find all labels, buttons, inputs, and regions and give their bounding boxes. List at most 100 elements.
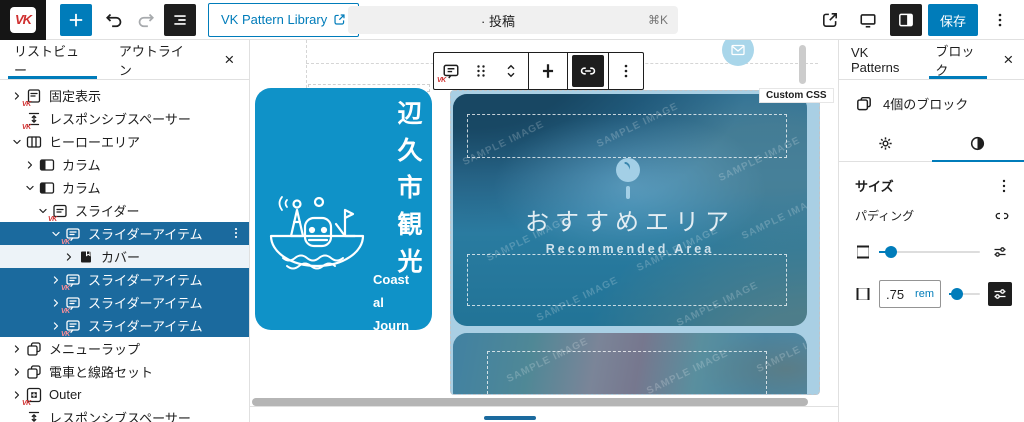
unlink-sides-icon[interactable] — [994, 208, 1010, 224]
chevron-right-icon[interactable] — [8, 341, 26, 357]
device-preview-button[interactable] — [852, 4, 884, 36]
vk-logo-icon: VK — [10, 7, 36, 33]
list-view-icon — [171, 11, 189, 29]
chevron-right-icon[interactable] — [60, 249, 78, 265]
chevron-right-icon[interactable] — [8, 364, 26, 380]
horizontal-padding-slider[interactable] — [949, 293, 980, 295]
slider-block[interactable]: おすすめエリア Recommended Area SAMPLE IMAGESAM… — [450, 90, 820, 395]
list-view-item-label: Outer — [49, 387, 82, 402]
block-options-button[interactable] — [611, 53, 641, 89]
padding-unit[interactable]: rem — [915, 288, 934, 300]
list-view-item-outer[interactable]: VKOuter — [0, 383, 249, 406]
list-view-item-columns[interactable]: ヒーローエリア — [0, 130, 249, 153]
command-shortcut: ⌘K — [648, 13, 678, 27]
redo-button[interactable] — [130, 4, 162, 36]
vk-logo-button[interactable]: VK — [0, 0, 46, 40]
list-view-item-group[interactable]: 電車と線路セット — [0, 360, 249, 383]
spacer-block-icon: VK — [26, 410, 42, 422]
slide-card-subtitle: Coast al Journ — [373, 268, 409, 337]
external-link-icon — [333, 13, 346, 26]
vertical-padding-slider[interactable] — [879, 251, 980, 253]
undo-button[interactable] — [98, 4, 130, 36]
block-mover[interactable] — [496, 53, 526, 89]
document-title: · 投稿 — [348, 11, 648, 30]
canvas-horizontal-scrollbar[interactable] — [252, 398, 808, 406]
close-list-view-button[interactable]: × — [210, 40, 249, 79]
list-view-item-slider[interactable]: VKスライダー — [0, 199, 249, 222]
item-options-icon[interactable] — [229, 225, 243, 241]
vk-badge-icon: VK — [437, 77, 446, 84]
custom-size-toggle-icon[interactable] — [988, 240, 1012, 264]
list-view-item-label: カラム — [62, 178, 101, 197]
size-options-icon[interactable] — [996, 178, 1012, 194]
map-pin-icon — [626, 186, 630, 199]
list-view-item-column[interactable]: カラム — [0, 153, 249, 176]
block-inserter-button[interactable] — [60, 4, 92, 36]
block-type-button[interactable]: VK — [436, 53, 466, 89]
desktop-icon — [859, 11, 877, 29]
close-settings-button[interactable]: × — [993, 40, 1024, 79]
tab-vk-patterns[interactable]: VK Patterns — [839, 40, 923, 79]
list-view-item-slideritem[interactable]: VKスライダーアイテム — [0, 314, 249, 337]
list-view-item-cover[interactable]: カバー — [0, 245, 249, 268]
list-view-item-group[interactable]: メニューラップ — [0, 337, 249, 360]
cover-heading: おすすめエリア — [453, 202, 807, 237]
list-view-item-spacer[interactable]: VKレスポンシブスペーサー — [0, 107, 249, 130]
chevron-down-icon[interactable] — [8, 134, 26, 150]
list-view-item-label: レスポンシブスペーサー — [49, 109, 191, 128]
settings-sidebar-toggle-button[interactable] — [890, 4, 922, 36]
list-view-toggle-button[interactable] — [164, 4, 196, 36]
custom-size-toggle-active-icon[interactable] — [988, 282, 1012, 306]
save-button[interactable]: 保存 — [928, 4, 978, 36]
link-button[interactable] — [572, 55, 604, 87]
chevron-right-icon[interactable] — [21, 157, 39, 173]
tab-block[interactable]: ブロック — [923, 40, 992, 79]
plus-icon — [67, 11, 85, 29]
gear-icon — [877, 135, 894, 152]
slider-thumb[interactable] — [885, 246, 897, 258]
list-view-item-label: スライダー — [75, 201, 139, 220]
vk-pattern-library-button[interactable]: VK Pattern Library — [208, 3, 359, 37]
list-view-item-slideritem[interactable]: VKスライダーアイテム — [0, 291, 249, 314]
alignment-button[interactable] — [531, 53, 565, 89]
list-view-tree: VK固定表示VKレスポンシブスペーサーヒーローエリアカラムカラムVKスライダーV… — [0, 80, 249, 422]
tab-styles[interactable] — [932, 125, 1024, 161]
styles-contrast-icon — [969, 135, 986, 152]
mail-icon — [730, 42, 746, 58]
more-vertical-icon — [992, 12, 1008, 28]
cover-block-recommended-area[interactable]: おすすめエリア Recommended Area SAMPLE IMAGESAM… — [453, 94, 807, 326]
redo-icon — [136, 10, 156, 30]
editor-canvas[interactable]: 辺久市観光 Coast al Journ — [250, 40, 838, 422]
slider-thumb[interactable] — [951, 288, 963, 300]
list-view-item-label: スライダーアイテム — [88, 270, 203, 289]
multi-block-icon — [855, 95, 873, 113]
cover-block-icon — [78, 249, 94, 265]
canvas-vertical-scrollbar[interactable] — [799, 45, 806, 84]
preview-external-button[interactable] — [814, 4, 846, 36]
slide-card-block[interactable]: 辺久市観光 Coast al Journ — [255, 88, 432, 330]
list-view-item-slideritem[interactable]: VK スライダーアイテム — [0, 222, 249, 245]
tab-settings[interactable] — [839, 125, 932, 161]
document-command-bar[interactable]: · 投稿 ⌘K — [348, 6, 678, 34]
column-block-icon — [39, 180, 55, 196]
slideritem-block-icon: VK — [65, 226, 81, 242]
cover-block-food[interactable]: SAMPLE IMAGESAMPLE IMAGESAMPLE IMAGE — [453, 333, 807, 395]
list-view-item-page[interactable]: VK固定表示 — [0, 84, 249, 107]
list-view-item-spacer[interactable]: VKレスポンシブスペーサー — [0, 406, 249, 422]
list-view-item-column[interactable]: カラム — [0, 176, 249, 199]
block-boundary-guide — [306, 40, 307, 88]
list-view-item-slideritem[interactable]: VKスライダーアイテム — [0, 268, 249, 291]
list-view-item-label: 固定表示 — [49, 86, 101, 105]
drag-handle[interactable] — [466, 53, 496, 89]
list-view-item-label: スライダーアイテム — [88, 293, 203, 312]
padding-value-input[interactable]: .75 rem — [879, 280, 941, 308]
coastal-logo-icon — [261, 180, 373, 284]
tab-outline[interactable]: アウトライン — [105, 40, 210, 79]
list-view-sidebar: リストビュー アウトライン × VK固定表示VKレスポンシブスペーサーヒーローエ… — [0, 40, 250, 422]
chevron-down-icon[interactable] — [21, 180, 39, 196]
slide-card-vertical-title: 辺久市観光 — [395, 100, 420, 285]
options-menu-button[interactable] — [984, 4, 1016, 36]
block-editor: VK VK Pattern Library — [0, 0, 1024, 422]
list-view-item-label: スライダーアイテム — [88, 224, 203, 243]
tab-list-view[interactable]: リストビュー — [0, 40, 105, 79]
